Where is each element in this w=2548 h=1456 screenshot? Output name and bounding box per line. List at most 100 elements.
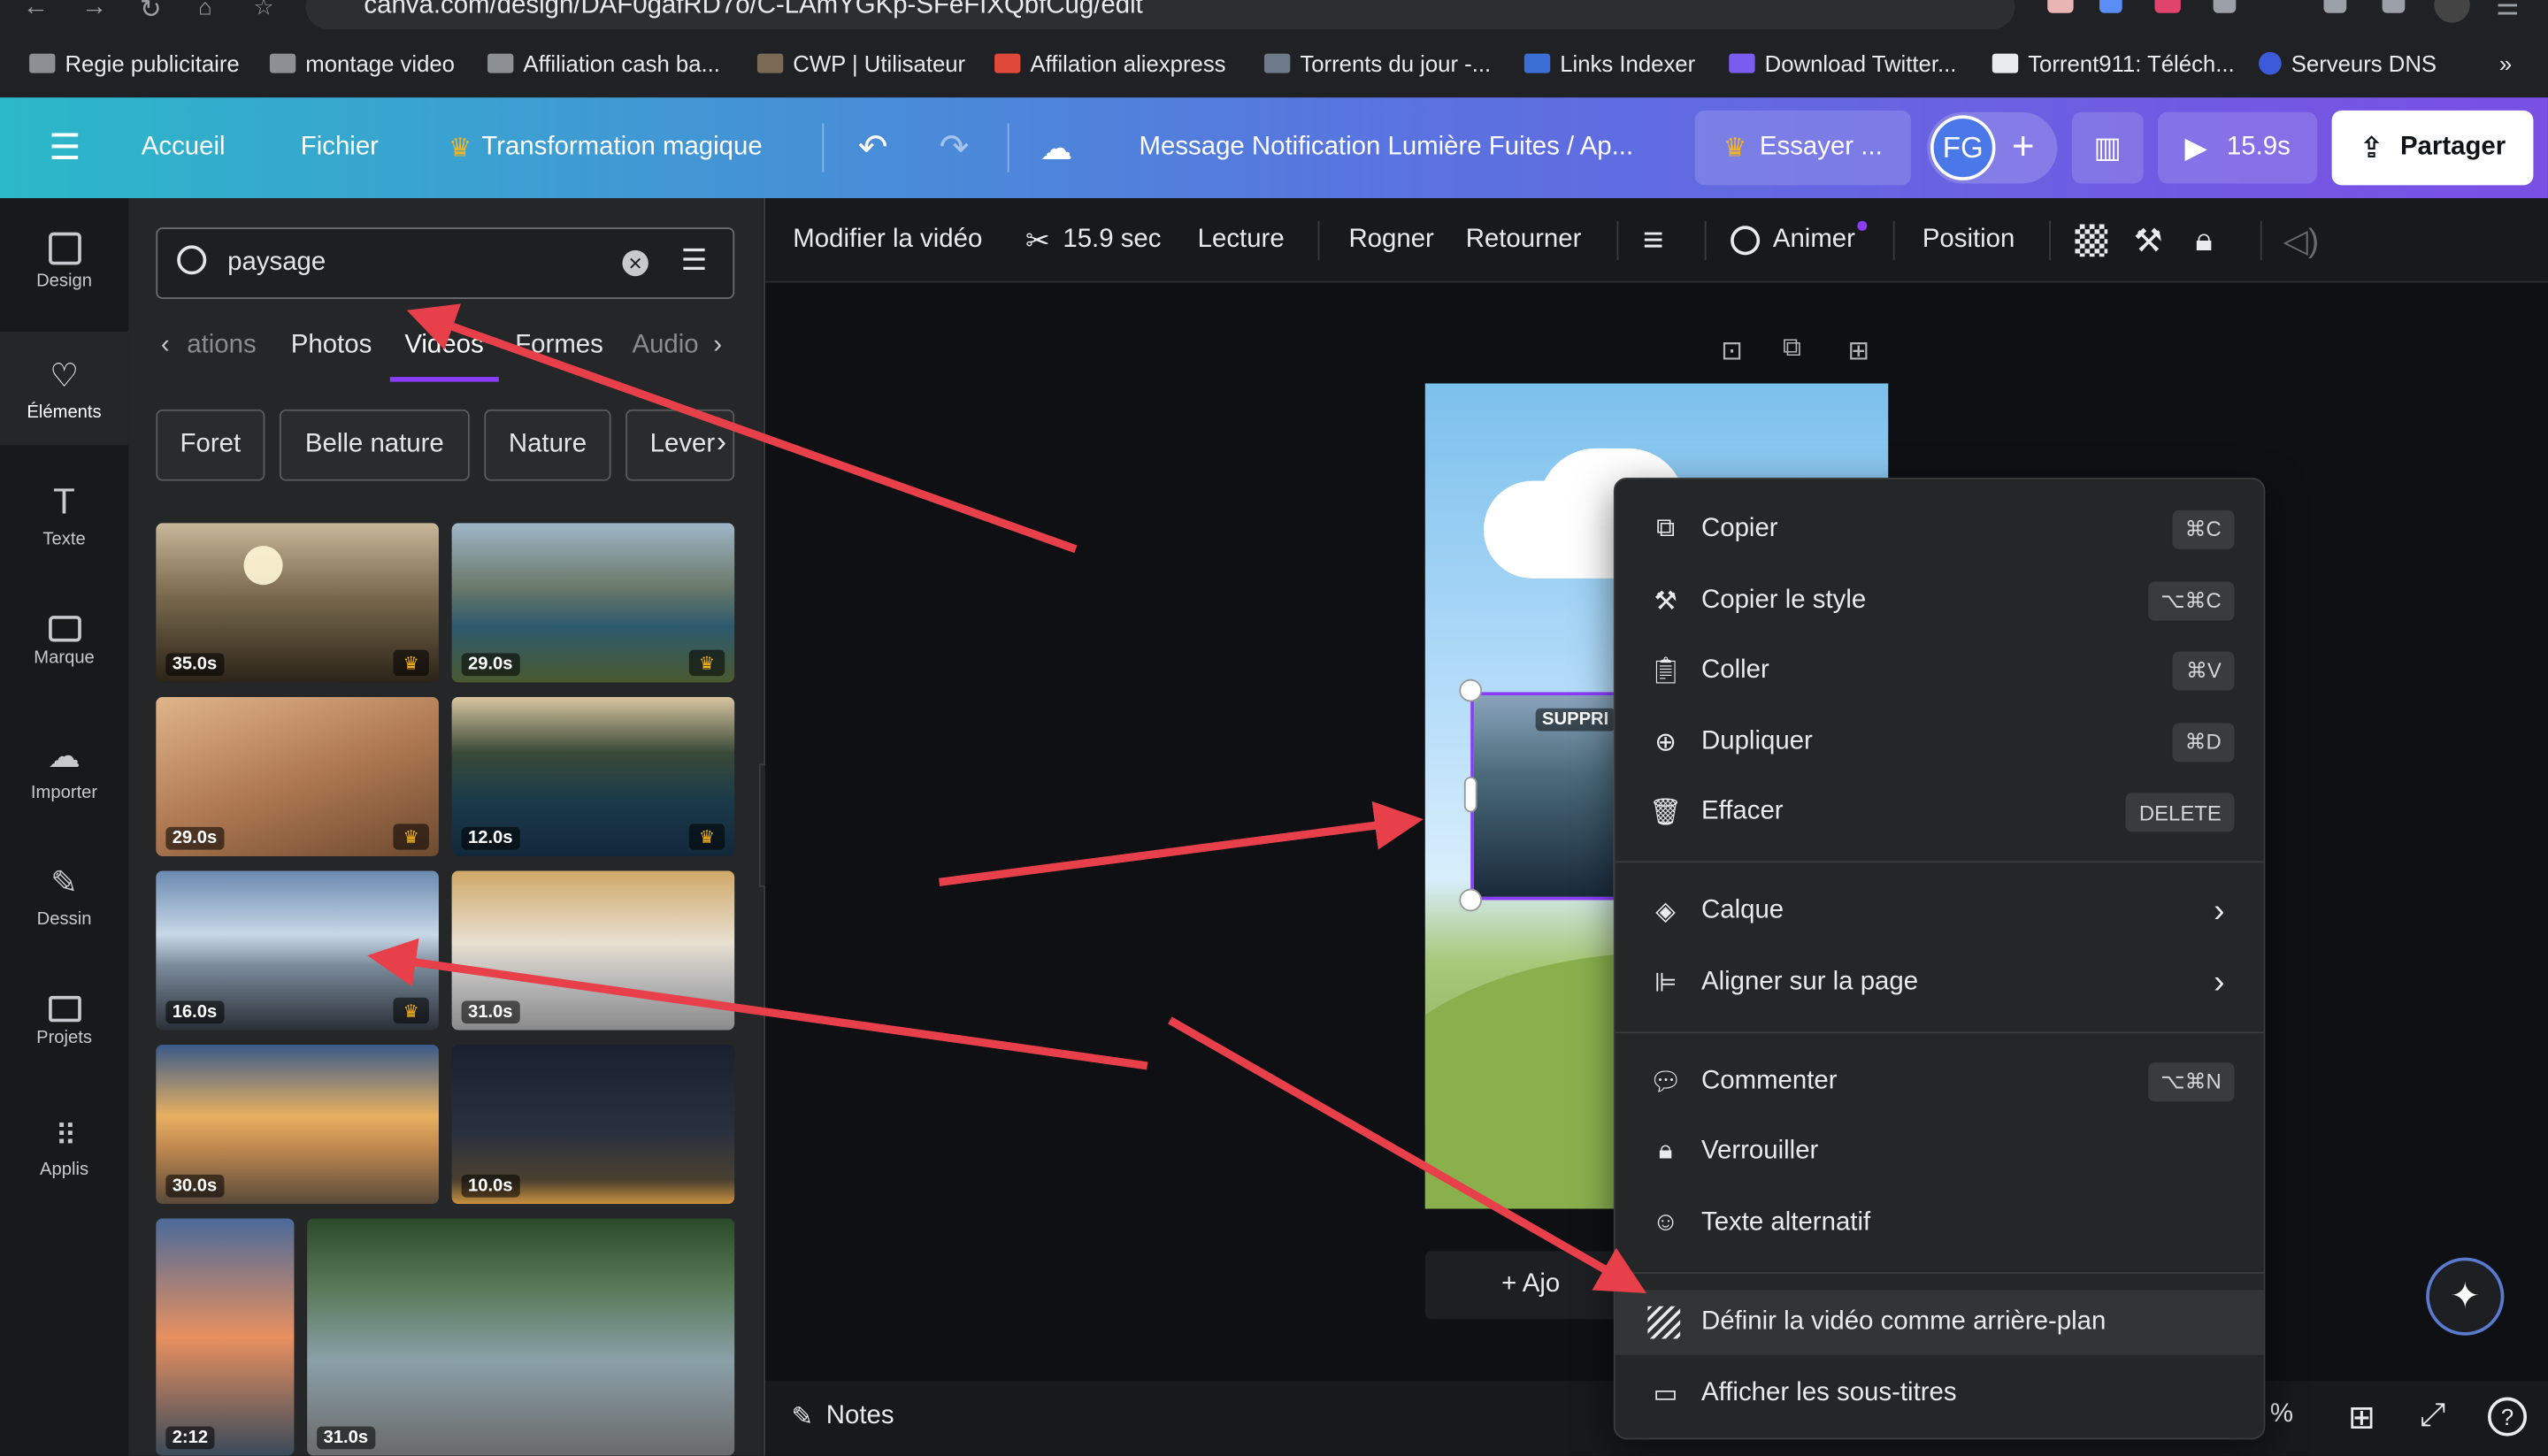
menu-item-copy-style[interactable]: ⚒ Copier le style ⌥⌘C	[1616, 569, 2264, 633]
video-thumbnail[interactable]: 29.0s ♛	[451, 523, 735, 683]
help-button[interactable]: ?	[2487, 1397, 2528, 1437]
share-button[interactable]: ⇪ Partager	[2331, 110, 2534, 186]
video-thumbnail[interactable]: 31.0s	[307, 1218, 735, 1456]
extension-icon[interactable]	[2047, 0, 2074, 13]
play-button[interactable]: ▶ 15.9s	[2158, 111, 2318, 184]
fullscreen-icon[interactable]: ⤢	[2420, 1398, 2445, 1435]
selected-video-element[interactable]: SUPPRI	[1470, 692, 1617, 900]
bookmark-item[interactable]: Regie publicitaire	[29, 49, 240, 78]
resize-handle[interactable]	[1459, 888, 1483, 912]
magic-assistant-icon[interactable]: ✦	[2426, 1257, 2505, 1336]
zoom-percent[interactable]: %	[2270, 1400, 2293, 1429]
crop-button[interactable]: Rogner	[1348, 198, 1433, 283]
bookmark-item[interactable]: Affilation aliexpress	[994, 49, 1226, 78]
grid-view-icon[interactable]: ⊞	[2348, 1398, 2375, 1438]
forward-icon[interactable]: →	[81, 0, 107, 23]
bookmarks-overflow[interactable]: »	[2499, 49, 2512, 78]
tab-shapes[interactable]: Formes	[515, 332, 603, 361]
reload-icon[interactable]: ↻	[140, 0, 162, 26]
avatar[interactable]: FG	[1930, 115, 1996, 180]
tab-animations[interactable]: ations	[187, 332, 256, 361]
search-input[interactable]: paysage	[227, 249, 326, 278]
video-thumbnail[interactable]: 31.0s	[451, 870, 735, 1031]
menu-item-comment[interactable]: 💬︎ Commenter ⌥⌘N	[1616, 1050, 2264, 1115]
invite-plus-button[interactable]: +	[1999, 115, 2047, 180]
position-button[interactable]: Position	[1923, 198, 2015, 283]
address-bar[interactable]: canva.com/design/DAF0gafRD7o/C-LAmYGKp-S…	[305, 0, 2015, 30]
tabs-scroll-right-icon[interactable]: ›	[713, 332, 722, 361]
undo-icon[interactable]: ↶	[858, 97, 888, 198]
rail-item-design[interactable]: Design	[0, 204, 128, 318]
bookmark-item[interactable]: Torrent911: Téléch...	[1992, 49, 2235, 78]
download-icon[interactable]	[2382, 0, 2406, 13]
rail-item-uploads[interactable]: ☁ Importer	[0, 711, 128, 825]
tab-photos[interactable]: Photos	[291, 332, 372, 361]
document-title[interactable]: Message Notification Lumière Fuites / Ap…	[1140, 97, 1634, 198]
menu-item-copy[interactable]: ⧉ Copier ⌘C	[1616, 497, 2264, 562]
chips-scroll-right-icon[interactable]: ›	[717, 425, 726, 460]
flip-button[interactable]: Retourner	[1466, 198, 1582, 283]
bookmark-item[interactable]: Affiliation cash ba...	[487, 49, 720, 78]
insights-chart-icon[interactable]: ▥	[2071, 111, 2144, 184]
trim-button[interactable]: ✂ 15.9 sec	[1025, 198, 1162, 283]
bookmark-item[interactable]: Download Twitter...	[1729, 49, 1956, 78]
video-thumbnail[interactable]: 29.0s ♛	[156, 696, 439, 856]
playback-button[interactable]: Lecture	[1198, 198, 1285, 283]
video-thumbnail[interactable]: 12.0s ♛	[451, 696, 735, 856]
bookmark-item[interactable]: montage video	[269, 49, 455, 78]
cloud-saved-icon[interactable]: ☁	[1040, 97, 1072, 198]
lock-page-icon[interactable]: ⊡	[1721, 334, 1743, 367]
suggestion-chip[interactable]: Belle nature	[279, 409, 470, 481]
music-icon[interactable]	[2323, 0, 2347, 13]
file-menu-button[interactable]: Fichier	[301, 97, 379, 198]
menu-item-paste[interactable]: 📋︎ Coller ⌘V	[1616, 639, 2264, 703]
add-page-icon[interactable]: ⊞	[1847, 334, 1869, 367]
extension-icon[interactable]	[2154, 0, 2181, 13]
search-box[interactable]: paysage ✕ ☰	[156, 227, 735, 299]
resize-handle[interactable]	[1459, 678, 1483, 702]
redo-icon[interactable]: ↷	[940, 97, 970, 198]
tab-audio[interactable]: Audio	[632, 332, 698, 361]
bookmark-item[interactable]: Links Indexer	[1523, 49, 1695, 78]
menu-item-lock[interactable]: 🔒︎ Verrouiller	[1616, 1119, 2264, 1184]
duplicate-page-icon[interactable]: ⧉	[1783, 334, 1801, 364]
menu-item-alt-text[interactable]: ☺ Texte alternatif	[1616, 1191, 2264, 1255]
bookmark-item[interactable]: Torrents du jour -...	[1263, 49, 1491, 78]
try-pro-button[interactable]: ♛ Essayer ...	[1694, 110, 1911, 186]
clear-search-icon[interactable]: ✕	[622, 249, 649, 277]
transparency-lines-icon[interactable]: ≡	[1643, 198, 1664, 283]
menu-item-align-page[interactable]: ⊫ Aligner sur la page ›	[1616, 950, 2264, 1015]
bookmark-item[interactable]: Serveurs DNS	[2259, 49, 2437, 78]
rail-item-brand[interactable]: Marque	[0, 585, 128, 699]
tab-videos[interactable]: Videos	[404, 332, 483, 361]
resize-handle[interactable]	[1463, 776, 1477, 813]
suggestion-chip[interactable]: Foret	[156, 409, 265, 481]
video-thumbnail[interactable]: 30.0s	[156, 1044, 439, 1204]
video-thumbnail[interactable]: 2:12	[156, 1218, 295, 1456]
paint-roller-icon[interactable]: ⚒	[2134, 198, 2163, 283]
filter-sliders-icon[interactable]: ☰	[681, 244, 708, 279]
puzzle-icon[interactable]	[2213, 0, 2237, 13]
profile-avatar[interactable]	[2434, 0, 2470, 23]
rail-item-apps[interactable]: ⠿ Applis	[0, 1092, 128, 1206]
browser-menu-icon[interactable]: ☰	[2496, 0, 2519, 23]
lock-icon[interactable]: 🔒︎	[2195, 198, 2213, 283]
rail-item-elements[interactable]: ♡ Éléments	[0, 331, 129, 446]
bookmark-star-icon[interactable]: ☆	[254, 0, 274, 21]
suggestion-chip[interactable]: Nature	[484, 409, 611, 481]
menu-item-delete[interactable]: 🗑︎ Effacer DELETE	[1616, 780, 2264, 845]
add-page-button[interactable]: + Ajo	[1424, 1251, 1637, 1320]
bookmark-item[interactable]: CWP | Utilisateur	[756, 49, 965, 78]
menu-item-layer[interactable]: ◈ Calque ›	[1616, 879, 2264, 944]
video-thumbnail[interactable]: 16.0s ♛	[156, 870, 439, 1031]
video-thumbnail[interactable]: 35.0s ♛	[156, 523, 439, 683]
menu-item-duplicate[interactable]: ⊕ Dupliquer ⌘D	[1616, 710, 2264, 775]
notes-button[interactable]: ✎ Notes	[791, 1400, 894, 1433]
rail-item-text[interactable]: T Texte	[0, 458, 128, 572]
back-icon[interactable]: ←	[23, 0, 49, 23]
home-button[interactable]: Accueil	[142, 97, 226, 198]
home-icon[interactable]: ⌂	[198, 0, 212, 19]
rail-item-projects[interactable]: Projets	[0, 965, 128, 1079]
edit-video-button[interactable]: Modifier la vidéo	[793, 198, 982, 283]
extension-icon[interactable]	[2099, 0, 2122, 13]
